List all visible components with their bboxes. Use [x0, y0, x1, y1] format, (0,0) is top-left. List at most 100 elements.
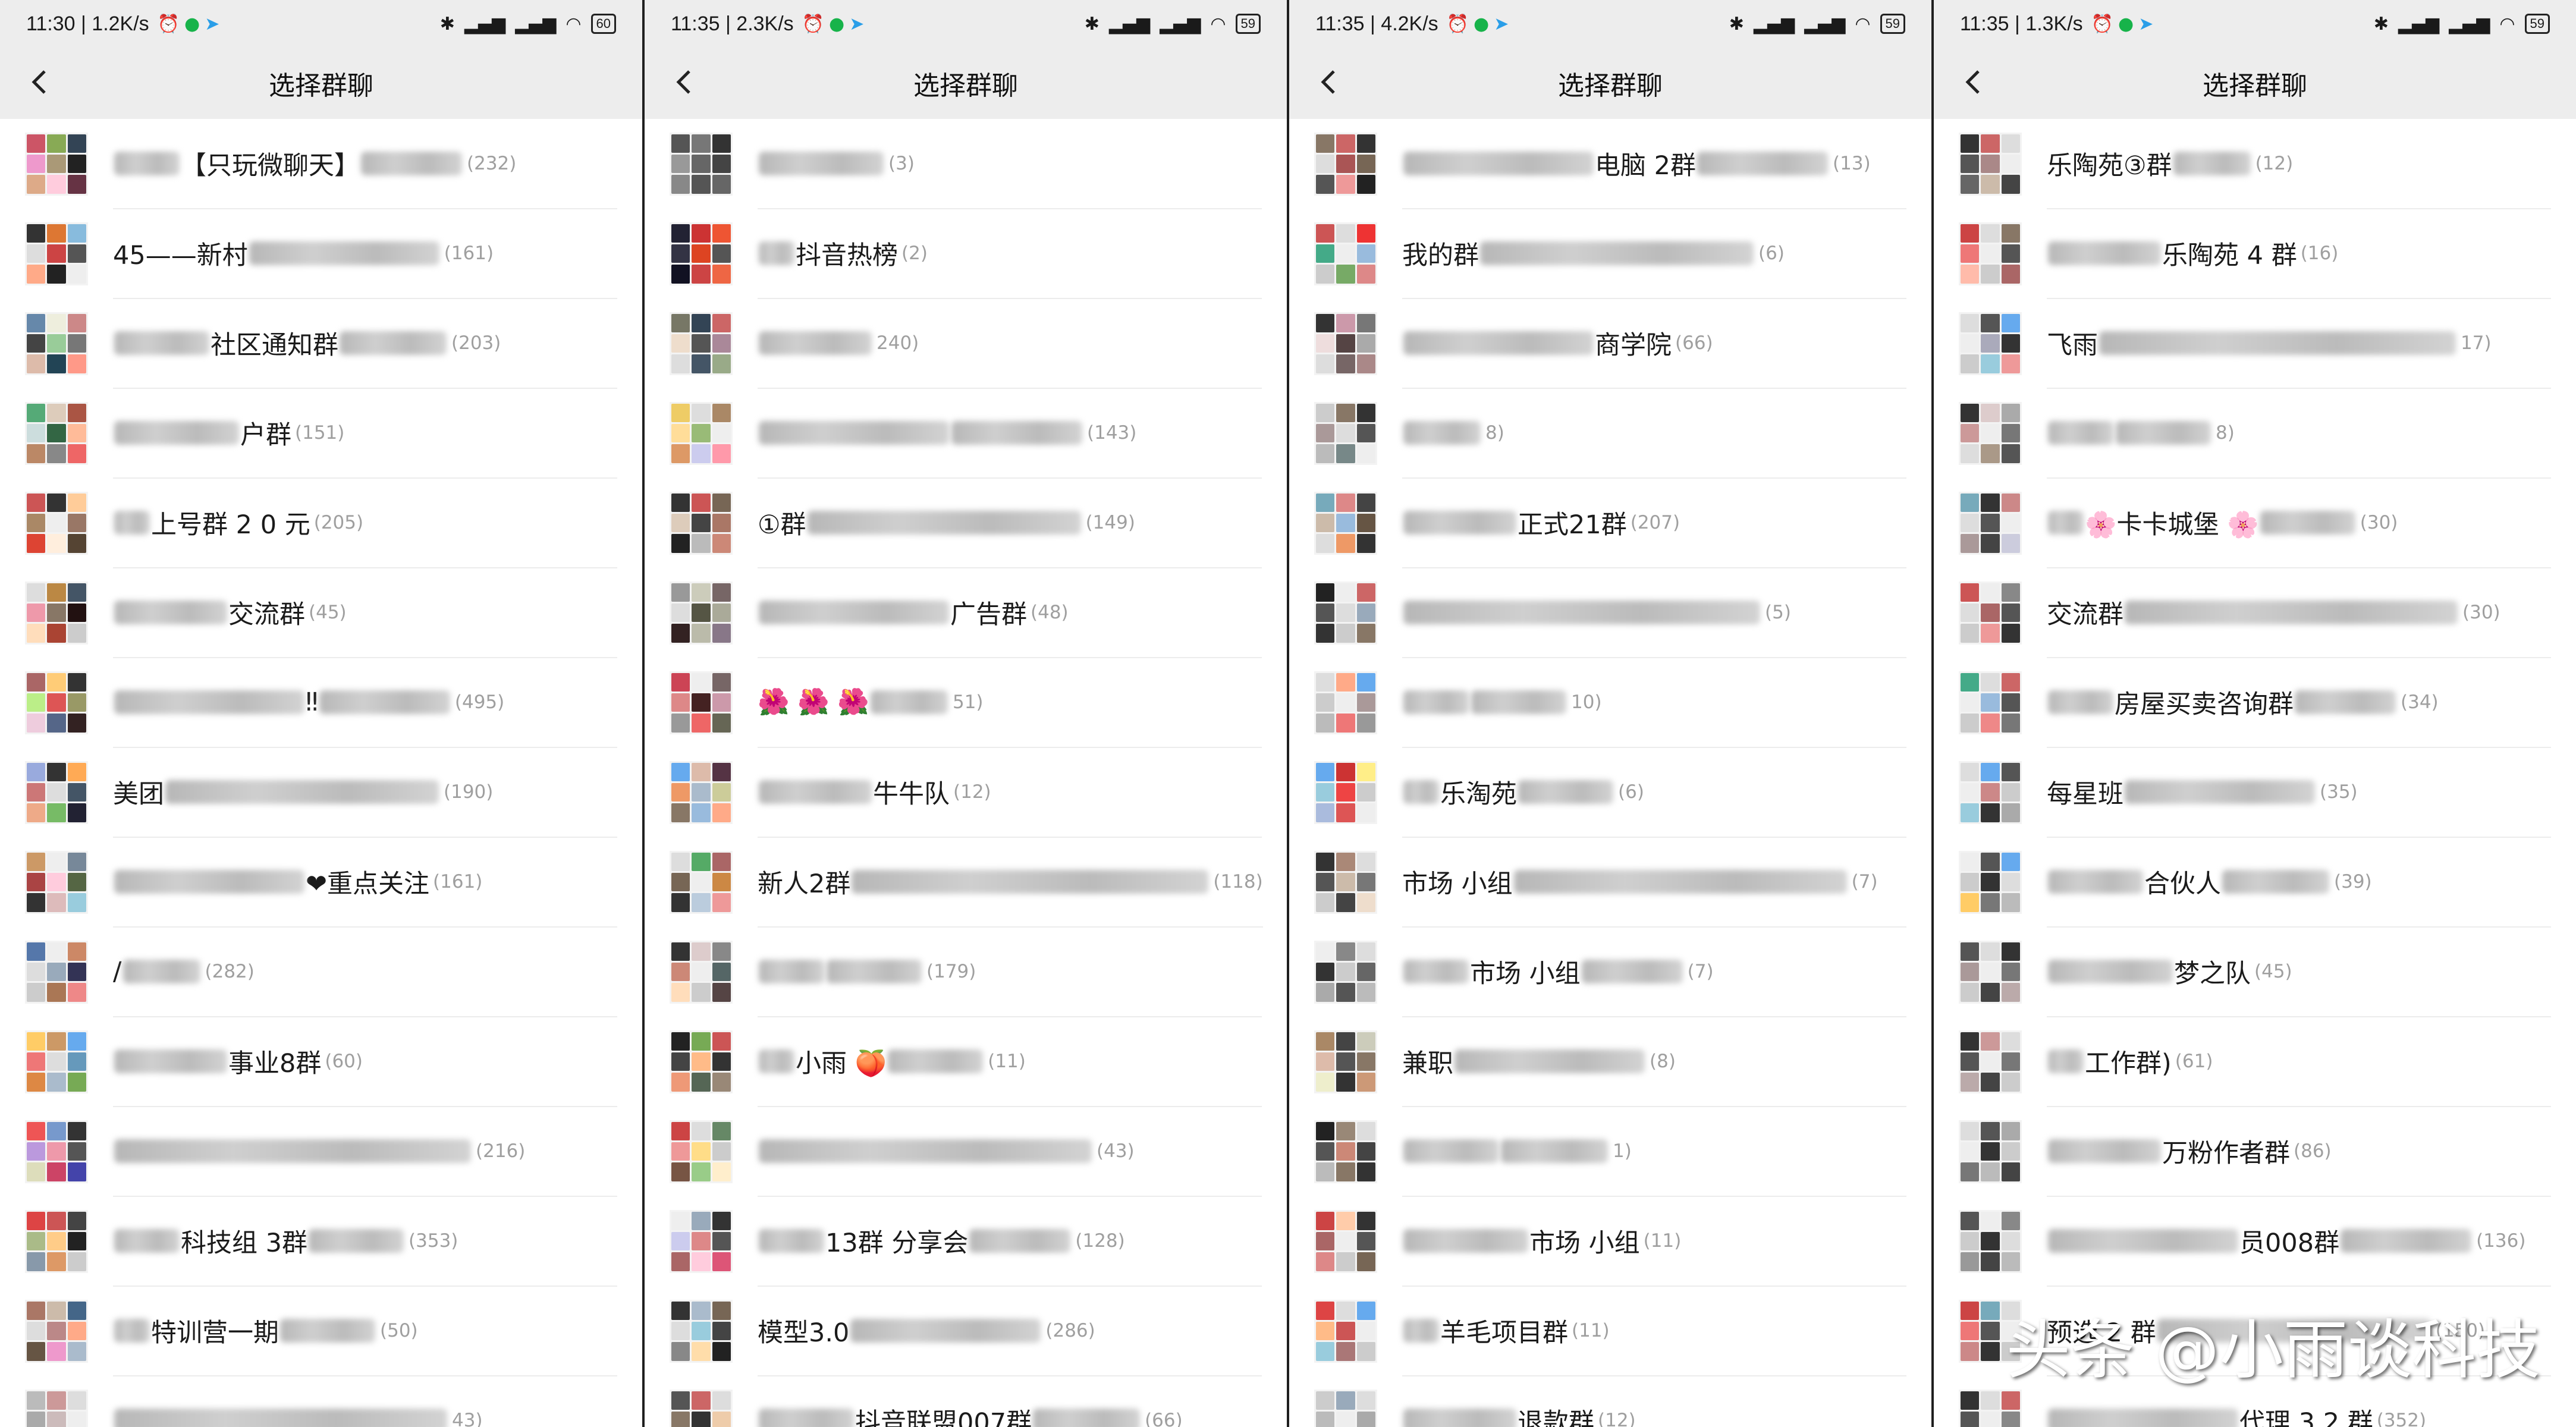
list-item[interactable]: ‼ (495) — [0, 658, 642, 748]
back-button[interactable] — [21, 64, 57, 100]
redacted-text — [122, 959, 200, 983]
group-avatar — [1314, 760, 1377, 824]
list-item[interactable]: 社区通知群 (203) — [0, 298, 642, 389]
list-item[interactable]: 万粉作者群 (86) — [1934, 1107, 2576, 1197]
list-item[interactable]: 房屋买卖咨询群 (34) — [1934, 658, 2576, 748]
list-item[interactable]: 8) — [1934, 388, 2576, 479]
list-item[interactable]: 交流群 (45) — [0, 568, 642, 658]
list-item[interactable]: 我的群 (6) — [1289, 209, 1931, 299]
list-item[interactable]: 合伙人 (39) — [1934, 837, 2576, 928]
header: 11:35 | 2.3K/s ⏰ ● ➤ ✱ ▂▄▆ ▂▄▆ ◠ 59 选择群聊 — [645, 0, 1287, 119]
list-item[interactable]: 兼职 (8) — [1289, 1017, 1931, 1107]
list-item[interactable]: 正式21群 (207) — [1289, 478, 1931, 568]
group-name-text: 工作群) — [2085, 1048, 2172, 1079]
list-item[interactable]: 事业8群 (60) — [0, 1017, 642, 1107]
list-item[interactable]: 交流群 (30) — [1934, 568, 2576, 658]
list-item[interactable]: 羊毛项目群 (11) — [1289, 1286, 1931, 1376]
list-item[interactable]: 模型3.0 (286) — [645, 1286, 1287, 1376]
list-item[interactable]: (3) — [645, 119, 1287, 209]
group-name: 小雨 🍑 — [758, 1043, 984, 1080]
back-button[interactable] — [666, 64, 702, 100]
list-item[interactable]: 员008群 (136) — [1934, 1196, 2576, 1287]
list-item[interactable]: 🌸卡卡城堡 🌸 (30) — [1934, 478, 2576, 568]
list-item[interactable]: 10) — [1289, 658, 1931, 748]
list-item[interactable]: (5) — [1289, 568, 1931, 658]
redacted-text — [759, 1049, 794, 1073]
list-item[interactable]: 43) — [0, 1376, 642, 1427]
list-item[interactable]: 户群 (151) — [0, 388, 642, 479]
signal-icon: ▂▄▆ — [1753, 13, 1795, 34]
list-item[interactable]: ❤重点关注 (161) — [0, 837, 642, 928]
group-name-text: 小雨 🍑 — [796, 1048, 887, 1079]
phone-screen-3: 11:35 | 4.2K/s ⏰ ● ➤ ✱ ▂▄▆ ▂▄▆ ◠ 59 选择群聊… — [1289, 0, 1931, 1427]
group-name: 退款群 — [1402, 1402, 1594, 1427]
list-item[interactable]: 梦之队 (45) — [1934, 927, 2576, 1017]
group-chat-list: 【只玩微聊天】 (232) 45——新村 (161) 社区通知群 (203) 户群 (151)… — [0, 119, 642, 1427]
list-item[interactable]: 1) — [1289, 1107, 1931, 1197]
list-item[interactable]: (216) — [0, 1107, 642, 1197]
redacted-text — [2173, 151, 2251, 175]
redacted-text — [759, 600, 949, 624]
list-item[interactable]: (143) — [645, 388, 1287, 479]
redacted-text — [114, 600, 227, 624]
list-item-content: 羊毛项目群 (11) — [1402, 1285, 1906, 1376]
redacted-text — [951, 420, 1082, 445]
list-item[interactable]: 市场 小组 (7) — [1289, 927, 1931, 1017]
list-item[interactable]: 🌺 🌺 🌺 51) — [645, 658, 1287, 748]
alarm-icon: ⏰ — [802, 13, 825, 34]
list-item[interactable]: 广告群 (48) — [645, 568, 1287, 658]
redacted-text — [165, 779, 439, 804]
redacted-text — [807, 510, 1081, 535]
list-item[interactable]: 美团 (190) — [0, 747, 642, 838]
back-button[interactable] — [1955, 64, 1991, 100]
list-item[interactable]: 上号群 2 0 元 (205) — [0, 478, 642, 568]
list-item[interactable]: 乐陶苑 4 群 (16) — [1934, 209, 2576, 299]
list-item[interactable]: ①群 (149) — [645, 478, 1287, 568]
group-avatar — [670, 1389, 733, 1427]
group-avatar — [25, 222, 88, 285]
redacted-text — [340, 331, 447, 355]
list-item[interactable]: 抖音联盟007群 (66) — [645, 1376, 1287, 1427]
list-item[interactable]: 8) — [1289, 388, 1931, 479]
wifi-icon: ◠ — [566, 13, 582, 34]
list-item-content: 特训营一期 (50) — [113, 1285, 617, 1376]
member-count: (7) — [1851, 870, 1878, 892]
list-item[interactable]: 240) — [645, 298, 1287, 389]
list-item[interactable]: 工作群) (61) — [1934, 1017, 2576, 1107]
chat-app-icon: ● — [184, 13, 200, 34]
list-item[interactable]: / (282) — [0, 927, 642, 1017]
list-item[interactable]: 【只玩微聊天】 (232) — [0, 119, 642, 209]
group-avatar — [1959, 940, 2022, 1004]
list-item[interactable]: 45——新村 (161) — [0, 209, 642, 299]
list-item[interactable]: (179) — [645, 927, 1287, 1017]
list-item[interactable]: 小雨 🍑 (11) — [645, 1017, 1287, 1107]
redacted-text — [2048, 1139, 2161, 1163]
back-button[interactable] — [1311, 64, 1346, 100]
list-item[interactable]: 抖音热榜 (2) — [645, 209, 1287, 299]
list-item[interactable]: 退款群 (12) — [1289, 1376, 1931, 1427]
list-item[interactable]: 13群 分享会 (128) — [645, 1196, 1287, 1287]
list-item[interactable]: 每星班 (35) — [1934, 747, 2576, 838]
list-item[interactable]: 市场 小组 (11) — [1289, 1196, 1931, 1287]
list-item[interactable]: 电脑 2群 (13) — [1289, 119, 1931, 209]
group-avatar — [25, 1209, 88, 1273]
list-item[interactable]: 新人2群 (118) — [645, 837, 1287, 928]
group-name-text: 牛牛队 — [873, 779, 950, 809]
system-icons: ✱ ▂▄▆ ▂▄▆ ◠ 59 — [2374, 14, 2550, 34]
list-item[interactable]: 市场 小组 (7) — [1289, 837, 1931, 928]
group-name-text: 我的群 — [1402, 240, 1479, 271]
list-item[interactable]: 特训营一期 (50) — [0, 1286, 642, 1376]
list-item[interactable]: 科技组 3群 (353) — [0, 1196, 642, 1287]
alarm-icon: ⏰ — [2091, 13, 2114, 34]
list-item[interactable]: 牛牛队 (12) — [645, 747, 1287, 838]
group-avatar — [1959, 401, 2022, 465]
list-item[interactable]: 商学院 (66) — [1289, 298, 1931, 389]
group-name: 【只玩微聊天】 — [113, 145, 463, 182]
group-name — [758, 331, 873, 355]
notification-icons: ⏰ ● ➤ — [1447, 14, 1509, 34]
list-item[interactable]: 乐淘苑 (6) — [1289, 747, 1931, 838]
list-item[interactable]: 飞雨 17) — [1934, 298, 2576, 389]
list-item-content: 上号群 2 0 元 (205) — [113, 477, 617, 568]
list-item[interactable]: 乐陶苑③群 (12) — [1934, 119, 2576, 209]
list-item[interactable]: (43) — [645, 1107, 1287, 1197]
